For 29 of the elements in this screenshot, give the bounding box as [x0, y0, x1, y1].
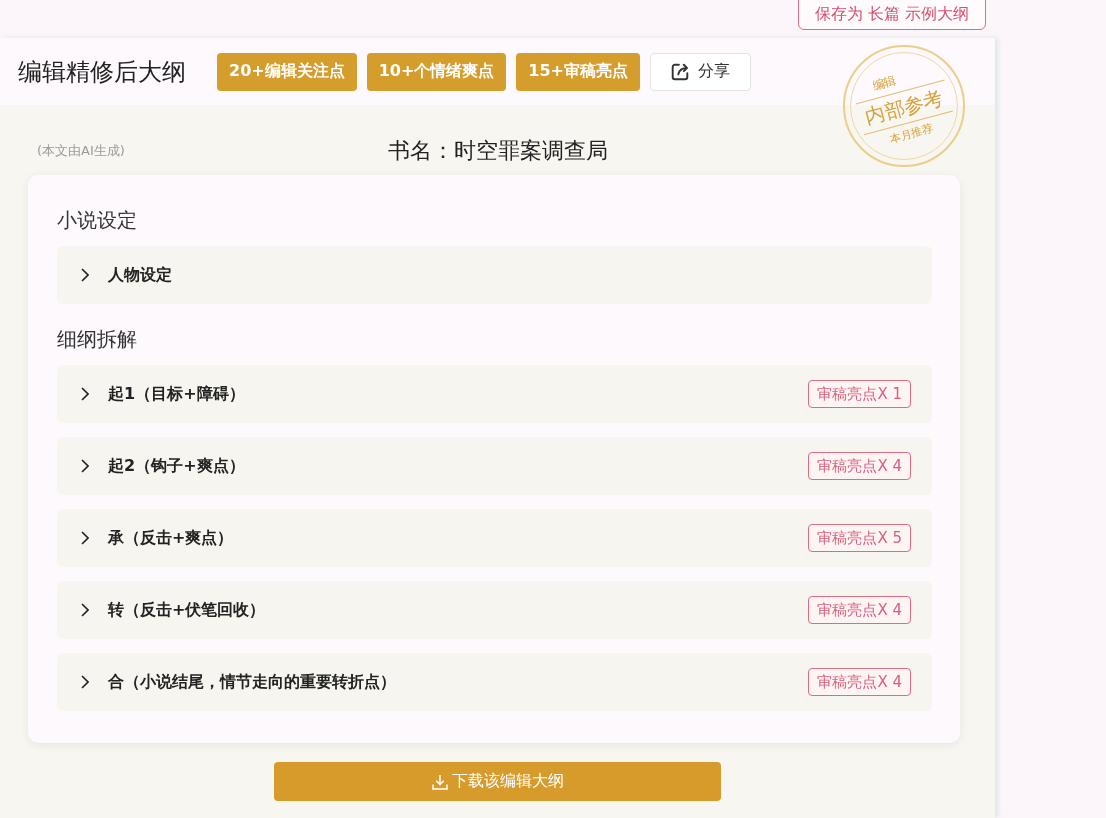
collapsible-row[interactable]: 起1（目标+障碍） 审稿亮点X 1	[57, 365, 932, 423]
collapsible-row[interactable]: 合（小说结尾，情节走向的重要转折点） 审稿亮点X 4	[57, 653, 932, 711]
highlight-badge-label: 审稿亮点X 4	[817, 600, 902, 620]
book-title: 书名：时空罪案调查局	[387, 137, 608, 165]
highlight-badge-label: 审稿亮点X 4	[817, 456, 902, 476]
download-icon	[431, 773, 448, 790]
row-label: 起1（目标+障碍）	[108, 383, 245, 405]
share-button[interactable]: 分享	[650, 52, 751, 91]
highlight-badge-label: 审稿亮点X 5	[817, 528, 902, 548]
feature-tag-label: 15+审稿亮点	[528, 61, 628, 82]
section-heading: 小说设定	[57, 207, 138, 234]
save-as-example-button[interactable]: 保存为 长篇 示例大纲	[797, 0, 986, 30]
feature-tag-label: 20+编辑关注点	[229, 61, 345, 82]
row-label: 转（反击+伏笔回收）	[108, 599, 266, 621]
highlight-badge-label: 审稿亮点X 1	[817, 384, 902, 404]
page-title: 编辑精修后大纲	[18, 56, 186, 88]
collapsible-row[interactable]: 人物设定	[57, 246, 932, 304]
collapsible-row[interactable]: 转（反击+伏笔回收） 审稿亮点X 4	[57, 581, 932, 639]
share-icon	[671, 62, 689, 81]
feature-tag-label: 10+个情绪爽点	[378, 61, 495, 82]
row-label: 起2（钩子+爽点）	[108, 455, 245, 477]
collapsible-row[interactable]: 起2（钩子+爽点） 审稿亮点X 4	[57, 437, 932, 495]
row-label: 承（反击+爽点）	[108, 527, 234, 549]
row-label: 合（小说结尾，情节走向的重要转折点）	[108, 671, 396, 693]
highlight-badge-label: 审稿亮点X 4	[817, 672, 902, 692]
collapsible-row[interactable]: 承（反击+爽点） 审稿亮点X 5	[57, 509, 932, 567]
ai-generated-note: (本文由AI生成)	[37, 142, 125, 160]
row-label: 人物设定	[108, 264, 172, 286]
section-heading: 细纲拆解	[57, 326, 138, 353]
